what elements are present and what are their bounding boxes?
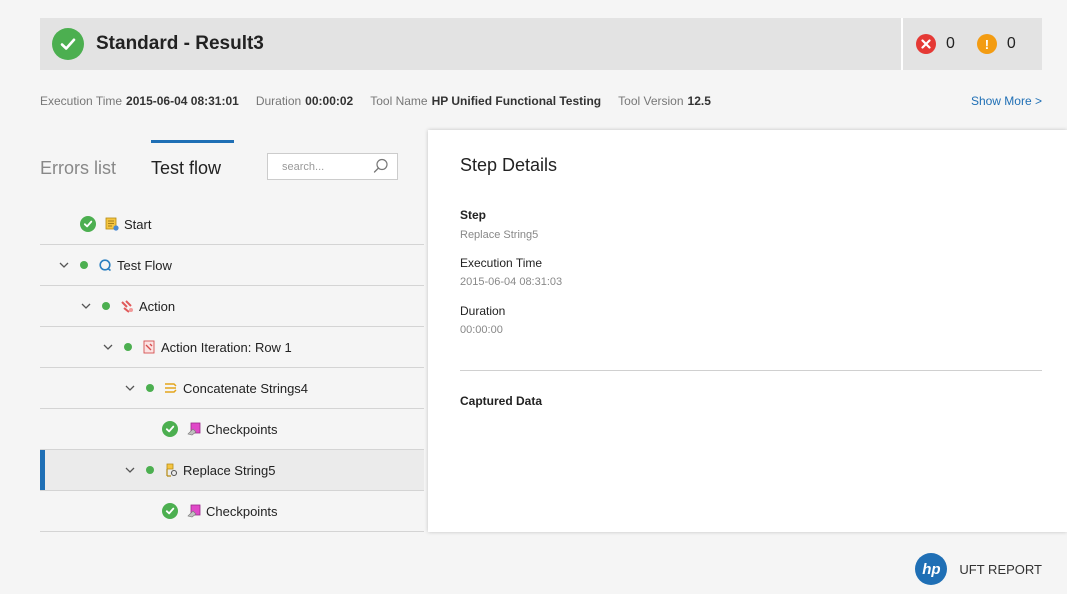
error-icon[interactable] [916, 34, 936, 54]
divider [460, 370, 1042, 371]
execution-meta: Execution Time 2015-06-04 08:31:01 Durati… [40, 94, 1042, 108]
passed-dot-icon [102, 302, 110, 310]
action-icon [120, 299, 134, 313]
captured-data-label: Captured Data [460, 394, 543, 408]
show-more-link[interactable]: Show More > [971, 94, 1042, 108]
search-box [267, 153, 398, 180]
search-icon[interactable] [373, 158, 389, 179]
chevron-down-icon[interactable] [102, 341, 114, 353]
footer-brand: hp UFT REPORT [915, 553, 1042, 585]
passed-icon [162, 421, 178, 437]
warning-icon[interactable]: ! [976, 34, 997, 54]
meta-tool-version: Tool Version 12.5 [618, 94, 711, 108]
error-count: 0 [946, 35, 955, 52]
checkpoint-icon [187, 504, 201, 518]
warning-count: 0 [1006, 35, 1016, 52]
iteration-icon [142, 340, 156, 354]
tree-row-label: Checkpoints [206, 421, 278, 437]
passed-status-icon [52, 28, 84, 60]
duration-value: 00:00:00 [460, 324, 503, 336]
hp-logo: hp [915, 553, 948, 585]
tree-row-label: Test Flow [117, 257, 172, 273]
report-title: Standard - Result3 [96, 33, 264, 54]
tree-row-label: Action Iteration: Row 1 [161, 339, 292, 355]
tree-row-label: Concatenate Strings4 [183, 380, 309, 396]
start-icon [105, 217, 119, 231]
passed-dot-icon [124, 343, 132, 351]
tree-row-action-iteration[interactable]: Action Iteration: Row 1 [40, 327, 424, 368]
step-value: Replace String5 [460, 229, 539, 241]
meta-duration: Duration 00:00:02 [255, 94, 354, 108]
passed-dot-icon [146, 384, 154, 392]
tree-row-action[interactable]: Action [40, 286, 424, 327]
tree-row-concatenate-strings[interactable]: Concatenate Strings4 [40, 368, 424, 409]
tree-row-checkpoints[interactable]: Checkpoints [40, 409, 424, 450]
tab-errors-list[interactable]: Errors list [40, 158, 116, 179]
header-title-area: Standard - Result3 [40, 18, 897, 70]
tree-row-test-flow[interactable]: Test Flow [40, 245, 424, 286]
tab-test-flow[interactable]: Test flow [151, 158, 221, 179]
left-tabs: Errors list Test flow [40, 140, 424, 200]
tree-row-replace-string[interactable]: Replace String5 [40, 450, 424, 491]
step-label: Step [460, 208, 487, 222]
passed-dot-icon [146, 466, 154, 474]
chevron-down-icon[interactable] [124, 382, 136, 394]
panel-title: Step Details [460, 155, 558, 175]
concatenate-icon [164, 381, 178, 395]
meta-execution-time: Execution Time 2015-06-04 08:31:01 [40, 94, 239, 108]
execution-time-label: Execution Time [460, 256, 543, 270]
search-input[interactable] [268, 154, 368, 179]
checkpoint-icon [187, 422, 201, 436]
tree-row-label: Replace String5 [183, 462, 276, 478]
uft-report-label: UFT REPORT [959, 561, 1042, 577]
report-header: Standard - Result3 0 ! 0 [40, 18, 1042, 70]
passed-icon [80, 216, 96, 232]
meta-tool-name: Tool Name HP Unified Functional Testing [370, 94, 602, 108]
passed-dot-icon [80, 261, 88, 269]
tree-row-start[interactable]: Start [40, 204, 424, 245]
step-details-panel: Step Details Step Replace String5 Execut… [428, 130, 1067, 532]
test-flow-icon [98, 258, 112, 272]
duration-label: Duration [460, 304, 506, 318]
test-flow-tree: Start Test Flow Action Action Iteration:… [40, 204, 424, 532]
tree-row-label: Action [139, 298, 176, 314]
replace-icon [164, 463, 178, 477]
tree-row-label: Start [124, 216, 152, 232]
tree-row-label: Checkpoints [206, 503, 278, 519]
chevron-down-icon[interactable] [80, 300, 92, 312]
passed-icon [162, 503, 178, 519]
execution-time-value: 2015-06-04 08:31:03 [460, 276, 563, 288]
active-tab-indicator [151, 140, 234, 143]
status-counts: 0 ! 0 [901, 18, 1042, 70]
chevron-down-icon[interactable] [124, 464, 136, 476]
tree-row-checkpoints[interactable]: Checkpoints [40, 491, 424, 532]
chevron-down-icon[interactable] [58, 259, 70, 271]
